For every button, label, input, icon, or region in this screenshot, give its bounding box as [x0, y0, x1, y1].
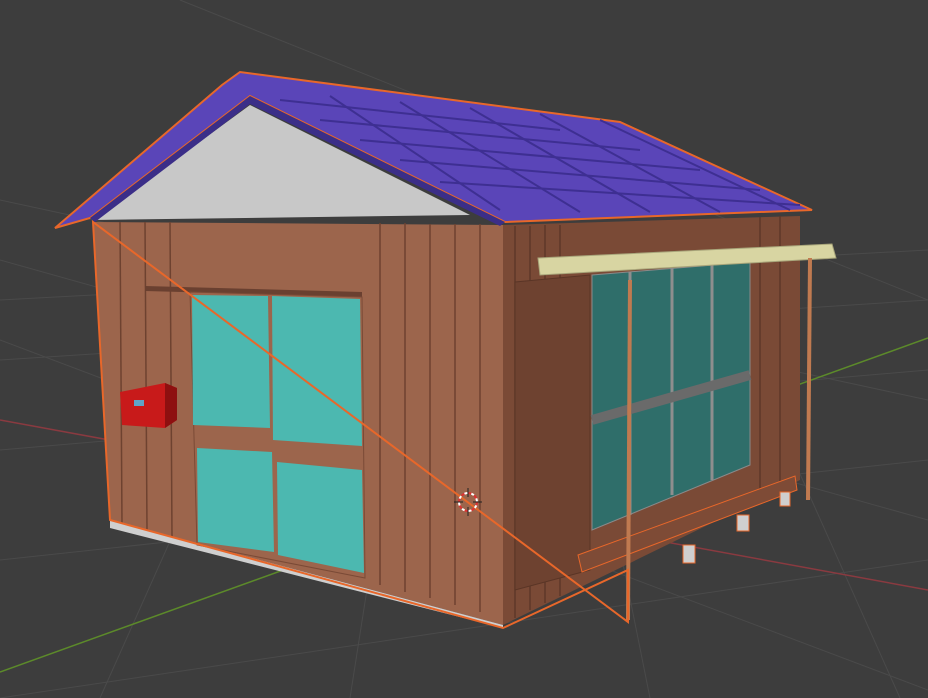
awning-post-right	[806, 257, 812, 501]
front-sliding-door[interactable]	[189, 291, 366, 579]
house-model[interactable]	[54, 70, 837, 630]
side-shutter	[514, 274, 591, 591]
viewport-canvas[interactable]	[0, 0, 928, 698]
3d-viewport[interactable]	[0, 0, 928, 698]
